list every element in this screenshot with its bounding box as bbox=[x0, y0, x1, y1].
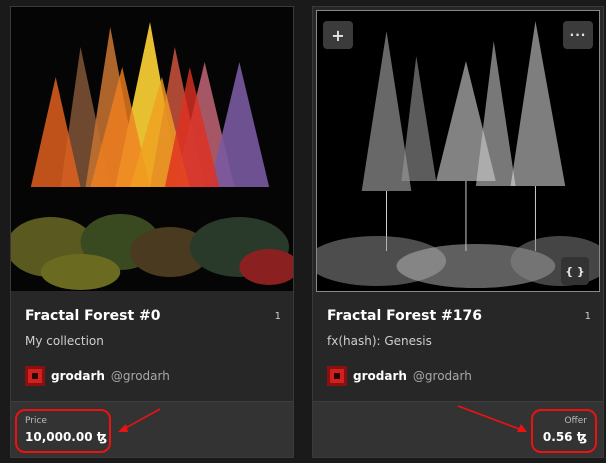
artwork-image[interactable] bbox=[316, 10, 600, 292]
edition-count: 1 bbox=[584, 311, 591, 322]
collection-name[interactable]: fx(hash): Genesis bbox=[327, 334, 432, 348]
collection-name[interactable]: My collection bbox=[25, 334, 104, 348]
offer-label: Offer bbox=[564, 416, 587, 426]
author-link[interactable]: grodarh @grodarh bbox=[25, 366, 170, 386]
card-footer: Offer 0.56 ꜩ bbox=[313, 401, 603, 457]
code-icon[interactable]: { } bbox=[561, 257, 589, 285]
artwork-card-176[interactable]: + ··· { } Fractal Forest #176 1 fx(hash)… bbox=[312, 6, 604, 458]
offer-highlight: Offer 0.56 ꜩ bbox=[531, 409, 597, 453]
price-label: Price bbox=[25, 416, 47, 426]
price-highlight: Price 10,000.00 ꜩ bbox=[15, 409, 111, 453]
offer-value: 0.56 ꜩ bbox=[542, 430, 587, 444]
artwork-card-0[interactable]: Fractal Forest #0 1 My collection grodar… bbox=[10, 6, 294, 458]
author-name: grodarh bbox=[51, 369, 105, 383]
avatar bbox=[327, 366, 347, 386]
artwork-title[interactable]: Fractal Forest #176 bbox=[327, 308, 482, 324]
author-handle: @grodarh bbox=[412, 369, 472, 383]
artwork-image[interactable] bbox=[11, 7, 293, 291]
card-footer: Price 10,000.00 ꜩ bbox=[11, 401, 293, 457]
edition-count: 1 bbox=[274, 311, 281, 322]
artwork-title[interactable]: Fractal Forest #0 bbox=[25, 308, 161, 324]
author-link[interactable]: grodarh @grodarh bbox=[327, 366, 472, 386]
price-value: 10,000.00 ꜩ bbox=[25, 430, 108, 444]
author-name: grodarh bbox=[353, 369, 407, 383]
plus-icon[interactable]: + bbox=[323, 21, 353, 49]
more-icon[interactable]: ··· bbox=[563, 21, 593, 49]
author-handle: @grodarh bbox=[110, 369, 170, 383]
avatar bbox=[25, 366, 45, 386]
